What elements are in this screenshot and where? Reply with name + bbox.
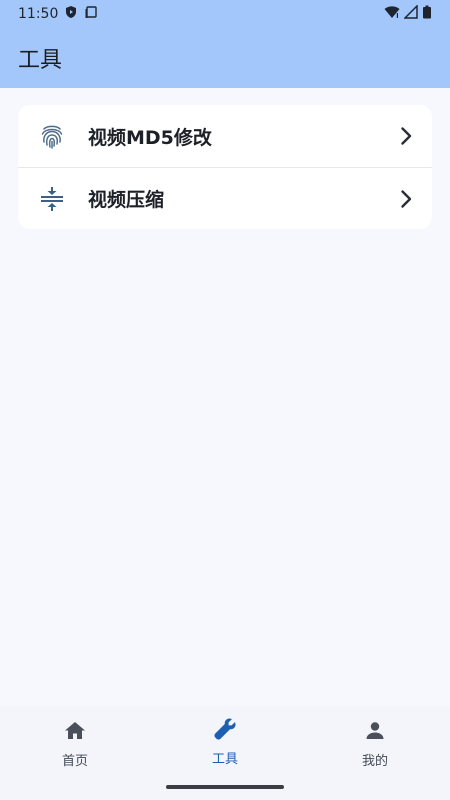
home-indicator[interactable] [166,785,284,789]
tool-item-md5[interactable]: 视频MD5修改 [18,105,432,167]
wifi-icon [384,5,400,23]
home-icon [62,718,88,744]
nav-label-mine: 我的 [361,754,388,769]
status-time: 11:50 [18,6,59,22]
tool-label-compress: 视频压缩 [88,189,165,211]
nav-label-home: 首页 [61,754,88,769]
nav-item-tools[interactable]: 工具 [175,716,275,772]
screenshot-icon [84,5,98,23]
tool-item-compress[interactable]: 视频压缩 [18,167,432,229]
status-left: 11:50 [18,5,98,23]
tool-label-md5: 视频MD5修改 [88,126,212,149]
page-title: 工具 [18,48,63,73]
chevron-right-icon [394,187,418,211]
shield-play-icon [64,5,78,23]
nav-label-tools: 工具 [211,752,238,767]
wrench-icon [212,716,238,742]
battery-icon [422,5,432,23]
status-right [384,4,432,23]
nav-item-mine[interactable]: 我的 [325,718,425,774]
chevron-right-icon [394,124,418,148]
compress-icon [38,185,66,213]
nav-item-home[interactable]: 首页 [25,718,125,774]
fingerprint-icon [38,122,66,150]
status-bar: 11:50 [0,0,450,28]
screen: 11:50 工具 视频MD5修改 视频压缩 首页 工具 我的 [0,0,450,800]
app-bar: 工具 [0,28,450,88]
signal-icon [403,4,418,23]
person-icon [362,718,388,744]
tools-card: 视频MD5修改 视频压缩 [18,105,432,229]
